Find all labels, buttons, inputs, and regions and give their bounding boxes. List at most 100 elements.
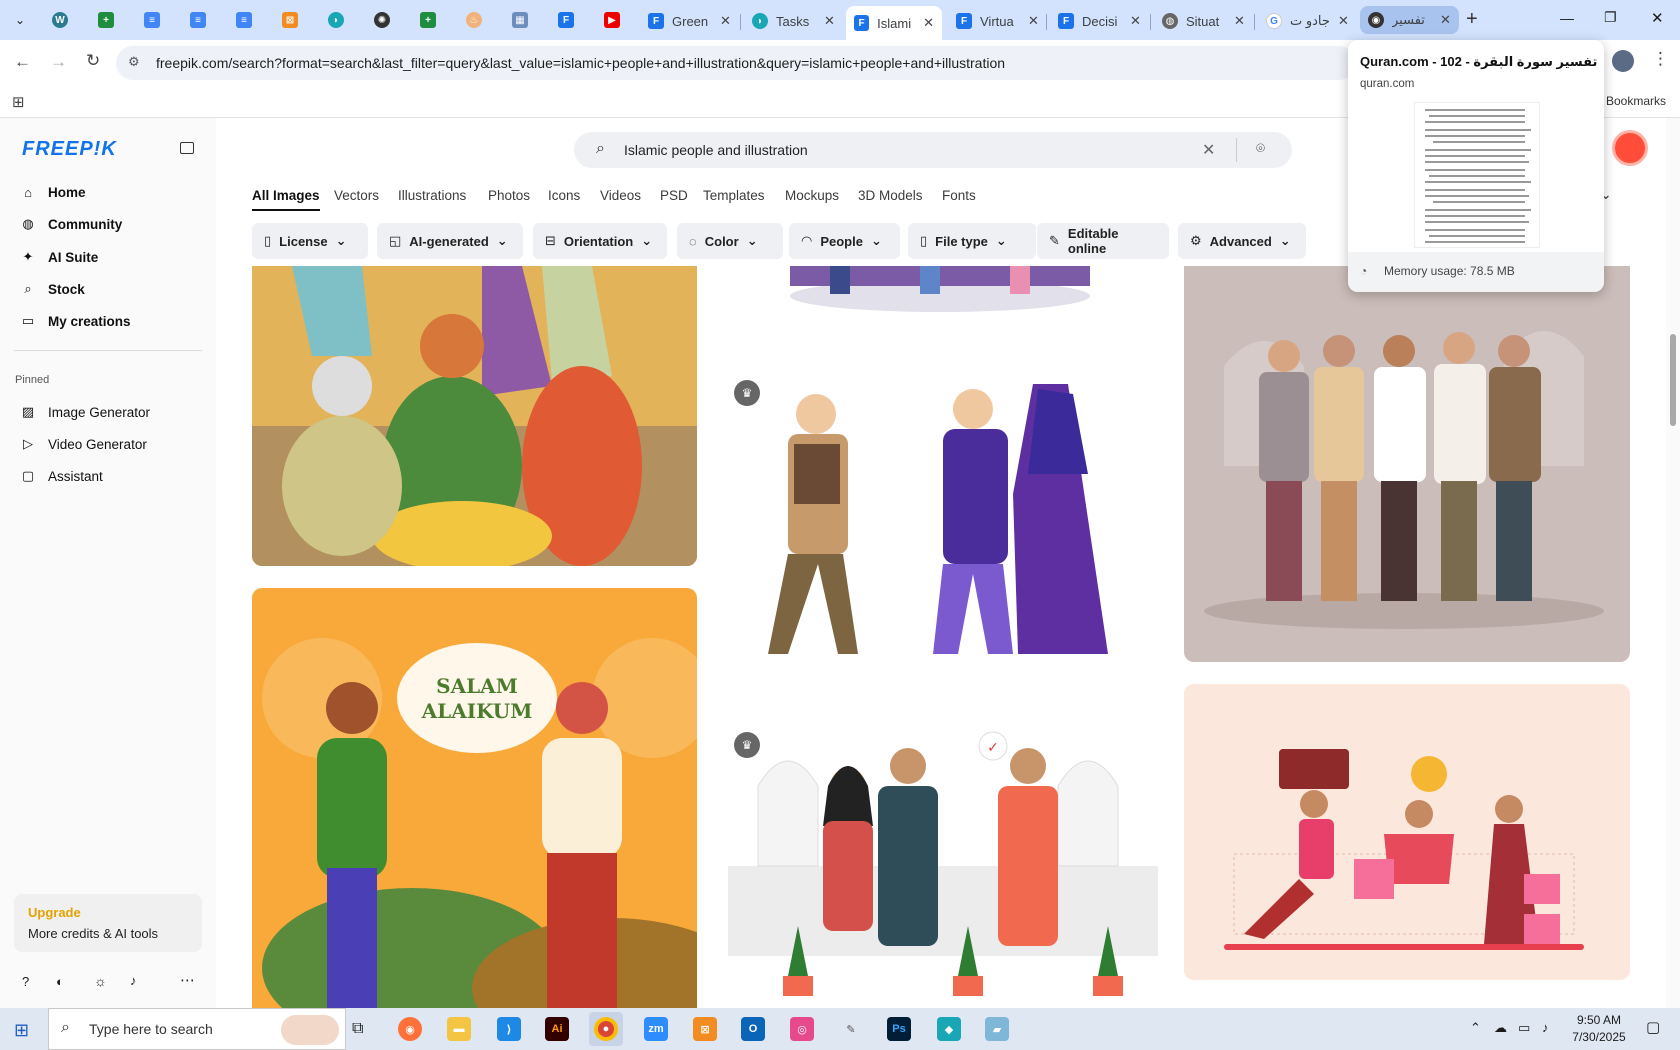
- app-icon[interactable]: ▰: [980, 1012, 1014, 1046]
- nav-video-generator[interactable]: ▷ Video Generator: [20, 433, 147, 455]
- close-icon[interactable]: ✕: [1234, 13, 1245, 29]
- clear-icon[interactable]: ✕: [1202, 140, 1215, 160]
- onedrive-icon[interactable]: ☁: [1494, 1020, 1507, 1036]
- scrollbar-thumb[interactable]: [1670, 334, 1676, 426]
- vscode-icon[interactable]: ⟩: [492, 1012, 526, 1046]
- close-icon[interactable]: ✕: [824, 13, 835, 29]
- category-tab[interactable]: Icons: [548, 188, 580, 203]
- image-card[interactable]: ♛ ✓: [728, 726, 1158, 1008]
- theme-sun-icon[interactable]: ☼: [94, 973, 107, 989]
- pinned-tab[interactable]: ✺: [368, 6, 396, 34]
- close-window-icon[interactable]: ✕: [1651, 9, 1664, 27]
- category-tab[interactable]: Templates: [703, 188, 765, 203]
- close-icon[interactable]: ✕: [1440, 12, 1451, 28]
- category-tab[interactable]: Vectors: [334, 188, 379, 203]
- new-tab-button[interactable]: +: [1466, 8, 1478, 31]
- image-card[interactable]: [740, 266, 1185, 318]
- category-tab[interactable]: Fonts: [942, 188, 976, 203]
- close-icon[interactable]: ✕: [1130, 13, 1141, 29]
- site-info-icon[interactable]: ⚙: [128, 54, 140, 70]
- minimize-icon[interactable]: —: [1560, 10, 1574, 26]
- pinned-tab[interactable]: ▶: [598, 6, 626, 34]
- category-tab[interactable]: 3D Models: [858, 188, 923, 203]
- filter-color[interactable]: ◌ Color ⌄: [677, 223, 783, 259]
- category-tab[interactable]: Videos: [600, 188, 641, 203]
- nav-community[interactable]: ◍ Community: [20, 213, 122, 235]
- pinned-tab[interactable]: W: [46, 6, 74, 34]
- pinned-tab[interactable]: ⊠: [276, 6, 304, 34]
- search-bar[interactable]: ⌕ Islamic people and illustration ✕ ⌾: [574, 132, 1292, 168]
- tab-virtua[interactable]: F Virtua ✕: [948, 6, 1047, 36]
- image-card[interactable]: [252, 266, 697, 566]
- creative-cloud-icon[interactable]: ◎: [785, 1012, 819, 1046]
- scrollbar[interactable]: [1666, 118, 1680, 1008]
- category-tab[interactable]: Illustrations: [398, 188, 466, 203]
- app-icon[interactable]: ⊠: [688, 1012, 722, 1046]
- pinned-tab[interactable]: ◗: [322, 6, 350, 34]
- restore-icon[interactable]: ❐: [1604, 9, 1617, 26]
- pinned-tab[interactable]: ≡: [184, 6, 212, 34]
- pinned-tab[interactable]: +: [92, 6, 120, 34]
- discord-icon[interactable]: ◐: [56, 974, 64, 989]
- image-card[interactable]: [1184, 266, 1630, 662]
- forward-icon[interactable]: →: [50, 52, 67, 72]
- network-icon[interactable]: ▭: [1518, 1020, 1530, 1036]
- help-icon[interactable]: ?: [22, 974, 29, 989]
- filter-file-type[interactable]: ▯ File type ⌄: [908, 223, 1036, 259]
- taskbar-search-box[interactable]: ⌕ Type here to search: [48, 1008, 346, 1050]
- back-icon[interactable]: ←: [14, 52, 31, 72]
- pinned-tab[interactable]: ≡: [138, 6, 166, 34]
- task-view-icon[interactable]: ⧉: [352, 1020, 363, 1038]
- tab-tafsir[interactable]: ◉ تفسير ✕: [1360, 6, 1459, 34]
- chrome-icon[interactable]: ●: [589, 1012, 623, 1046]
- taskbar-search-input[interactable]: Type here to search: [89, 1021, 213, 1037]
- profile-avatar[interactable]: [1612, 50, 1634, 72]
- volume-icon[interactable]: ♪: [1542, 1020, 1549, 1035]
- bookmarks-folder[interactable]: Bookmarks: [1606, 94, 1666, 108]
- windows-start-icon[interactable]: ⊞: [14, 1020, 29, 1041]
- nav-home[interactable]: ⌂ Home: [20, 181, 85, 203]
- image-card[interactable]: ♛: [728, 374, 1158, 674]
- tab-green[interactable]: F Green ✕: [640, 6, 739, 36]
- pinned-tab[interactable]: ▦: [506, 6, 534, 34]
- tab-decisi[interactable]: F Decisi ✕: [1050, 6, 1149, 36]
- freepik-logo[interactable]: FREEP!K: [22, 138, 117, 161]
- clock[interactable]: 9:50 AM 7/30/2025: [1568, 1013, 1630, 1044]
- url-text[interactable]: freepik.com/search?format=search&last_fi…: [156, 55, 1005, 71]
- outlook-icon[interactable]: O: [736, 1012, 770, 1046]
- nav-image-generator[interactable]: ▨ Image Generator: [20, 401, 150, 423]
- chevron-up-icon[interactable]: ⌃: [1470, 1020, 1481, 1036]
- pinned-tab[interactable]: +: [414, 6, 442, 34]
- address-bar[interactable]: ⚙ freepik.com/search?format=search&last_…: [116, 46, 1356, 80]
- category-tab[interactable]: PSD: [660, 188, 688, 203]
- image-card[interactable]: [1184, 684, 1630, 980]
- nav-ai-suite[interactable]: ✦ AI Suite: [20, 246, 99, 268]
- notification-icon[interactable]: ▢: [1646, 1018, 1660, 1036]
- close-icon[interactable]: ✕: [1028, 13, 1039, 29]
- upgrade-card[interactable]: Upgrade More credits & AI tools: [14, 894, 202, 952]
- reload-icon[interactable]: ↻: [86, 51, 100, 71]
- more-icon[interactable]: ⋯: [180, 971, 195, 989]
- photoshop-icon[interactable]: Ps: [882, 1012, 916, 1046]
- filter-license[interactable]: ▯ License ⌄: [252, 223, 368, 259]
- image-card[interactable]: SALAM ALAIKUM: [252, 588, 697, 1008]
- app-icon[interactable]: ◆: [932, 1012, 966, 1046]
- camera-icon[interactable]: ⌾: [1256, 140, 1265, 157]
- close-icon[interactable]: ✕: [923, 15, 934, 31]
- category-tab[interactable]: All Images: [252, 188, 320, 211]
- close-icon[interactable]: ✕: [720, 13, 731, 29]
- pen-tool-icon[interactable]: ✎: [834, 1012, 868, 1046]
- filter-advanced[interactable]: ⚙ Advanced ⌄: [1178, 223, 1306, 259]
- filter-orientation[interactable]: ⊟ Orientation ⌄: [533, 223, 667, 259]
- category-tab[interactable]: Photos: [488, 188, 530, 203]
- filter-ai-generated[interactable]: ◱ AI-generated ⌄: [377, 223, 523, 259]
- close-icon[interactable]: ✕: [1338, 13, 1349, 29]
- pinned-tab[interactable]: ≡: [230, 6, 258, 34]
- pinned-tab[interactable]: ♨: [460, 6, 488, 34]
- filter-people[interactable]: ◠ People ⌄: [789, 223, 900, 259]
- search-input[interactable]: Islamic people and illustration: [624, 142, 808, 158]
- tab-islami[interactable]: F Islami ✕: [846, 6, 942, 40]
- firefox-icon[interactable]: ◉: [393, 1012, 427, 1046]
- filter-editable-online[interactable]: ✎ Editable online: [1037, 223, 1169, 259]
- zoom-icon[interactable]: zm: [639, 1012, 673, 1046]
